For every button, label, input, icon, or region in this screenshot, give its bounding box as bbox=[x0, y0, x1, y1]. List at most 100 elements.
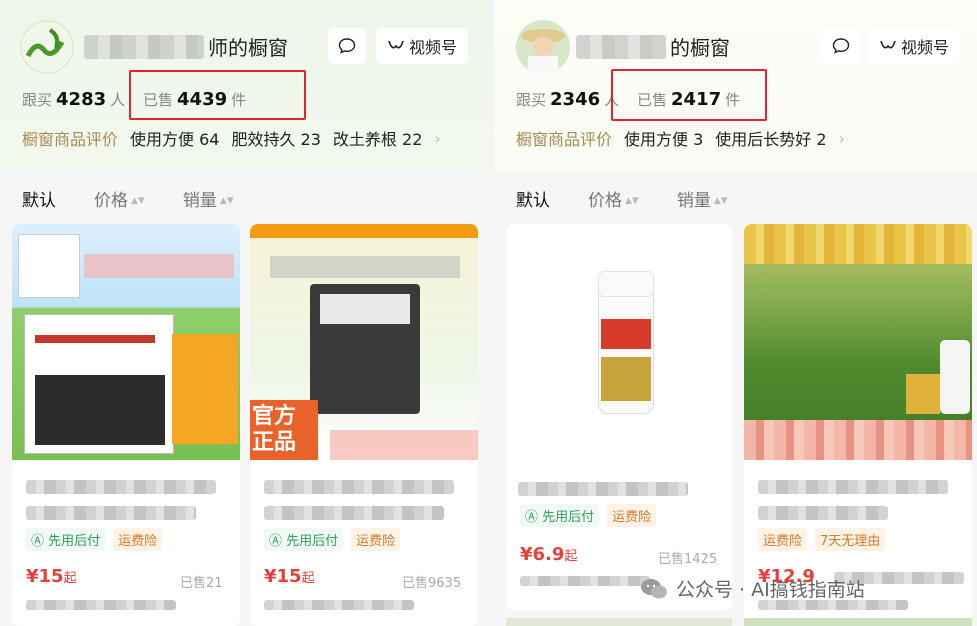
pay-later-badge: Ⓐ 先用后付 bbox=[264, 528, 344, 551]
store-name: 师的橱窗 bbox=[84, 32, 288, 61]
price: ¥15起 bbox=[264, 566, 315, 587]
sort-arrows-icon: ▲▼ bbox=[625, 196, 639, 206]
product-card[interactable]: Ⓐ 先用后付 运费险 ¥6.9起 已售1425 bbox=[506, 224, 732, 610]
sort-default[interactable]: 默认 bbox=[516, 186, 550, 211]
package-band bbox=[35, 335, 155, 343]
price-suffix: 起 bbox=[63, 571, 77, 586]
store-avatar[interactable] bbox=[516, 20, 570, 74]
video-channel-label: 视频号 bbox=[408, 38, 457, 57]
follow-stats: 跟买 4283 人 bbox=[22, 89, 125, 110]
follow-label: 跟买 bbox=[22, 91, 53, 109]
product-card[interactable]: 运费险 7天无理由 ¥12.9 bbox=[744, 224, 972, 626]
left-store-panel: 师的橱窗 视频号 跟买 4283 人 已售 4439 件 橱窗商品评价 使用方便 64 … bbox=[0, 0, 490, 626]
blurred-text bbox=[744, 420, 972, 460]
product-package bbox=[310, 284, 420, 414]
sort-price[interactable]: 价格 ▲▼ bbox=[588, 186, 639, 211]
store-name-suffix: 师的橱窗 bbox=[208, 36, 288, 60]
blurred-title bbox=[758, 480, 948, 494]
blurred-title bbox=[264, 480, 454, 494]
pay-later-badge: Ⓐ 先用后付 bbox=[26, 528, 106, 551]
product-image bbox=[744, 224, 972, 460]
badge-row: 运费险 7天无理由 bbox=[758, 528, 886, 551]
review-tag[interactable]: 使用后长势好 2 bbox=[715, 126, 826, 150]
blurred-title bbox=[26, 480, 216, 494]
product-package bbox=[18, 234, 80, 298]
sort-price[interactable]: 价格 ▲▼ bbox=[94, 186, 145, 211]
return-policy-badge: 7天无理由 bbox=[815, 528, 886, 551]
chat-bubble-icon bbox=[338, 38, 356, 54]
video-channel-label: 视频号 bbox=[900, 38, 949, 57]
highlight-box bbox=[129, 70, 306, 120]
blurred-text bbox=[84, 34, 204, 59]
sort-arrows-icon: ▲▼ bbox=[219, 196, 234, 206]
pay-later-label: 先用后付 bbox=[286, 534, 339, 549]
video-channel-icon bbox=[388, 40, 404, 49]
review-tag[interactable]: 肥效持久 23 bbox=[231, 126, 320, 150]
chevron-right-icon: › bbox=[838, 128, 845, 148]
price-value: ¥6.9 bbox=[520, 544, 565, 565]
follow-count: 2346 bbox=[550, 89, 601, 110]
message-button[interactable] bbox=[328, 28, 366, 64]
review-tag[interactable]: 使用方便 64 bbox=[130, 126, 219, 150]
sort-default[interactable]: 默认 bbox=[22, 186, 56, 211]
blurred-banner bbox=[744, 224, 972, 264]
review-title: 橱窗商品评价 bbox=[516, 130, 613, 149]
screenshot-root: 师的橱窗 视频号 跟买 4283 人 已售 4439 件 橱窗商品评价 使用方便 64 … bbox=[0, 0, 977, 626]
follow-stats: 跟买 2346 人 bbox=[516, 89, 619, 110]
wechat-icon bbox=[641, 578, 667, 598]
blurred-shop bbox=[26, 600, 176, 610]
blurred-title bbox=[758, 506, 888, 520]
blurred-text bbox=[270, 256, 460, 278]
follow-unit: 人 bbox=[110, 91, 126, 109]
blurred-text bbox=[330, 430, 478, 460]
shipping-insurance-badge: 运费险 bbox=[607, 504, 657, 527]
pay-later-badge: Ⓐ 先用后付 bbox=[520, 504, 600, 527]
review-summary[interactable]: 橱窗商品评价 使用方便 3 使用后长势好 2 › bbox=[516, 126, 845, 150]
product-bottle bbox=[940, 340, 970, 414]
pay-later-label: 先用后付 bbox=[542, 510, 595, 525]
official-line1: 官方 bbox=[252, 404, 297, 429]
package-photo bbox=[35, 375, 165, 445]
price: ¥6.9起 bbox=[520, 544, 577, 565]
sort-bar: 默认 价格 ▲▼ 销量 ▲▼ bbox=[22, 186, 234, 211]
store-header: 师的橱窗 视频号 跟买 4283 人 已售 4439 件 橱窗商品评价 使用方便 64 … bbox=[0, 0, 490, 172]
watermark-text: 公众号 · AI搞钱指南站 bbox=[676, 579, 865, 601]
blurred-title bbox=[264, 506, 444, 520]
price-value: ¥15 bbox=[26, 566, 64, 587]
product-image bbox=[506, 224, 732, 460]
video-channel-button[interactable]: 视频号 bbox=[376, 28, 468, 64]
official-line2: 正品 bbox=[252, 430, 297, 455]
product-bag bbox=[906, 374, 940, 414]
sold-count: 已售21 bbox=[180, 576, 223, 591]
price: ¥15起 bbox=[26, 566, 77, 587]
top-band bbox=[250, 224, 478, 238]
chevron-right-icon: › bbox=[434, 128, 441, 148]
bottle-label-red bbox=[601, 319, 651, 349]
message-button[interactable] bbox=[822, 28, 860, 64]
chat-bubble-icon bbox=[832, 38, 850, 54]
product-card[interactable]: Ⓐ 先用后付 运费险 ¥15起 已售21 bbox=[12, 224, 240, 626]
shipping-insurance-badge: 运费险 bbox=[758, 528, 808, 551]
sort-sales[interactable]: 销量 ▲▼ bbox=[677, 186, 728, 211]
product-bottle bbox=[598, 271, 654, 414]
product-card[interactable]: 官方 正品 Ⓐ 先用后付 运费险 ¥15起 已售9635 bbox=[250, 224, 478, 626]
sort-price-label: 价格 bbox=[94, 191, 128, 211]
review-tag[interactable]: 改土养根 22 bbox=[333, 126, 422, 150]
video-channel-button[interactable]: 视频号 bbox=[868, 28, 960, 64]
review-tag[interactable]: 使用方便 3 bbox=[624, 126, 703, 150]
package-label bbox=[320, 294, 410, 324]
review-summary[interactable]: 橱窗商品评价 使用方便 64 肥效持久 23 改土养根 22 › bbox=[22, 126, 441, 150]
blurred-title bbox=[518, 482, 688, 496]
price-suffix: 起 bbox=[301, 571, 315, 586]
product-image: 官方 正品 bbox=[250, 224, 478, 460]
sort-sales[interactable]: 销量 ▲▼ bbox=[183, 186, 234, 211]
promo-panel bbox=[172, 334, 238, 444]
right-store-panel: 的橱窗 视频号 跟买 2346 人 已售 2417 件 橱窗商品评价 使用方便 3 使用… bbox=[494, 0, 977, 626]
sort-arrows-icon: ▲▼ bbox=[131, 196, 145, 206]
store-avatar[interactable] bbox=[20, 20, 74, 74]
watermark: 公众号 · AI搞钱指南站 bbox=[640, 575, 865, 602]
price-suffix: 起 bbox=[564, 549, 578, 564]
blurred-title bbox=[26, 506, 196, 520]
follow-count: 4283 bbox=[56, 89, 107, 110]
official-text: 官方 正品 bbox=[252, 404, 296, 456]
